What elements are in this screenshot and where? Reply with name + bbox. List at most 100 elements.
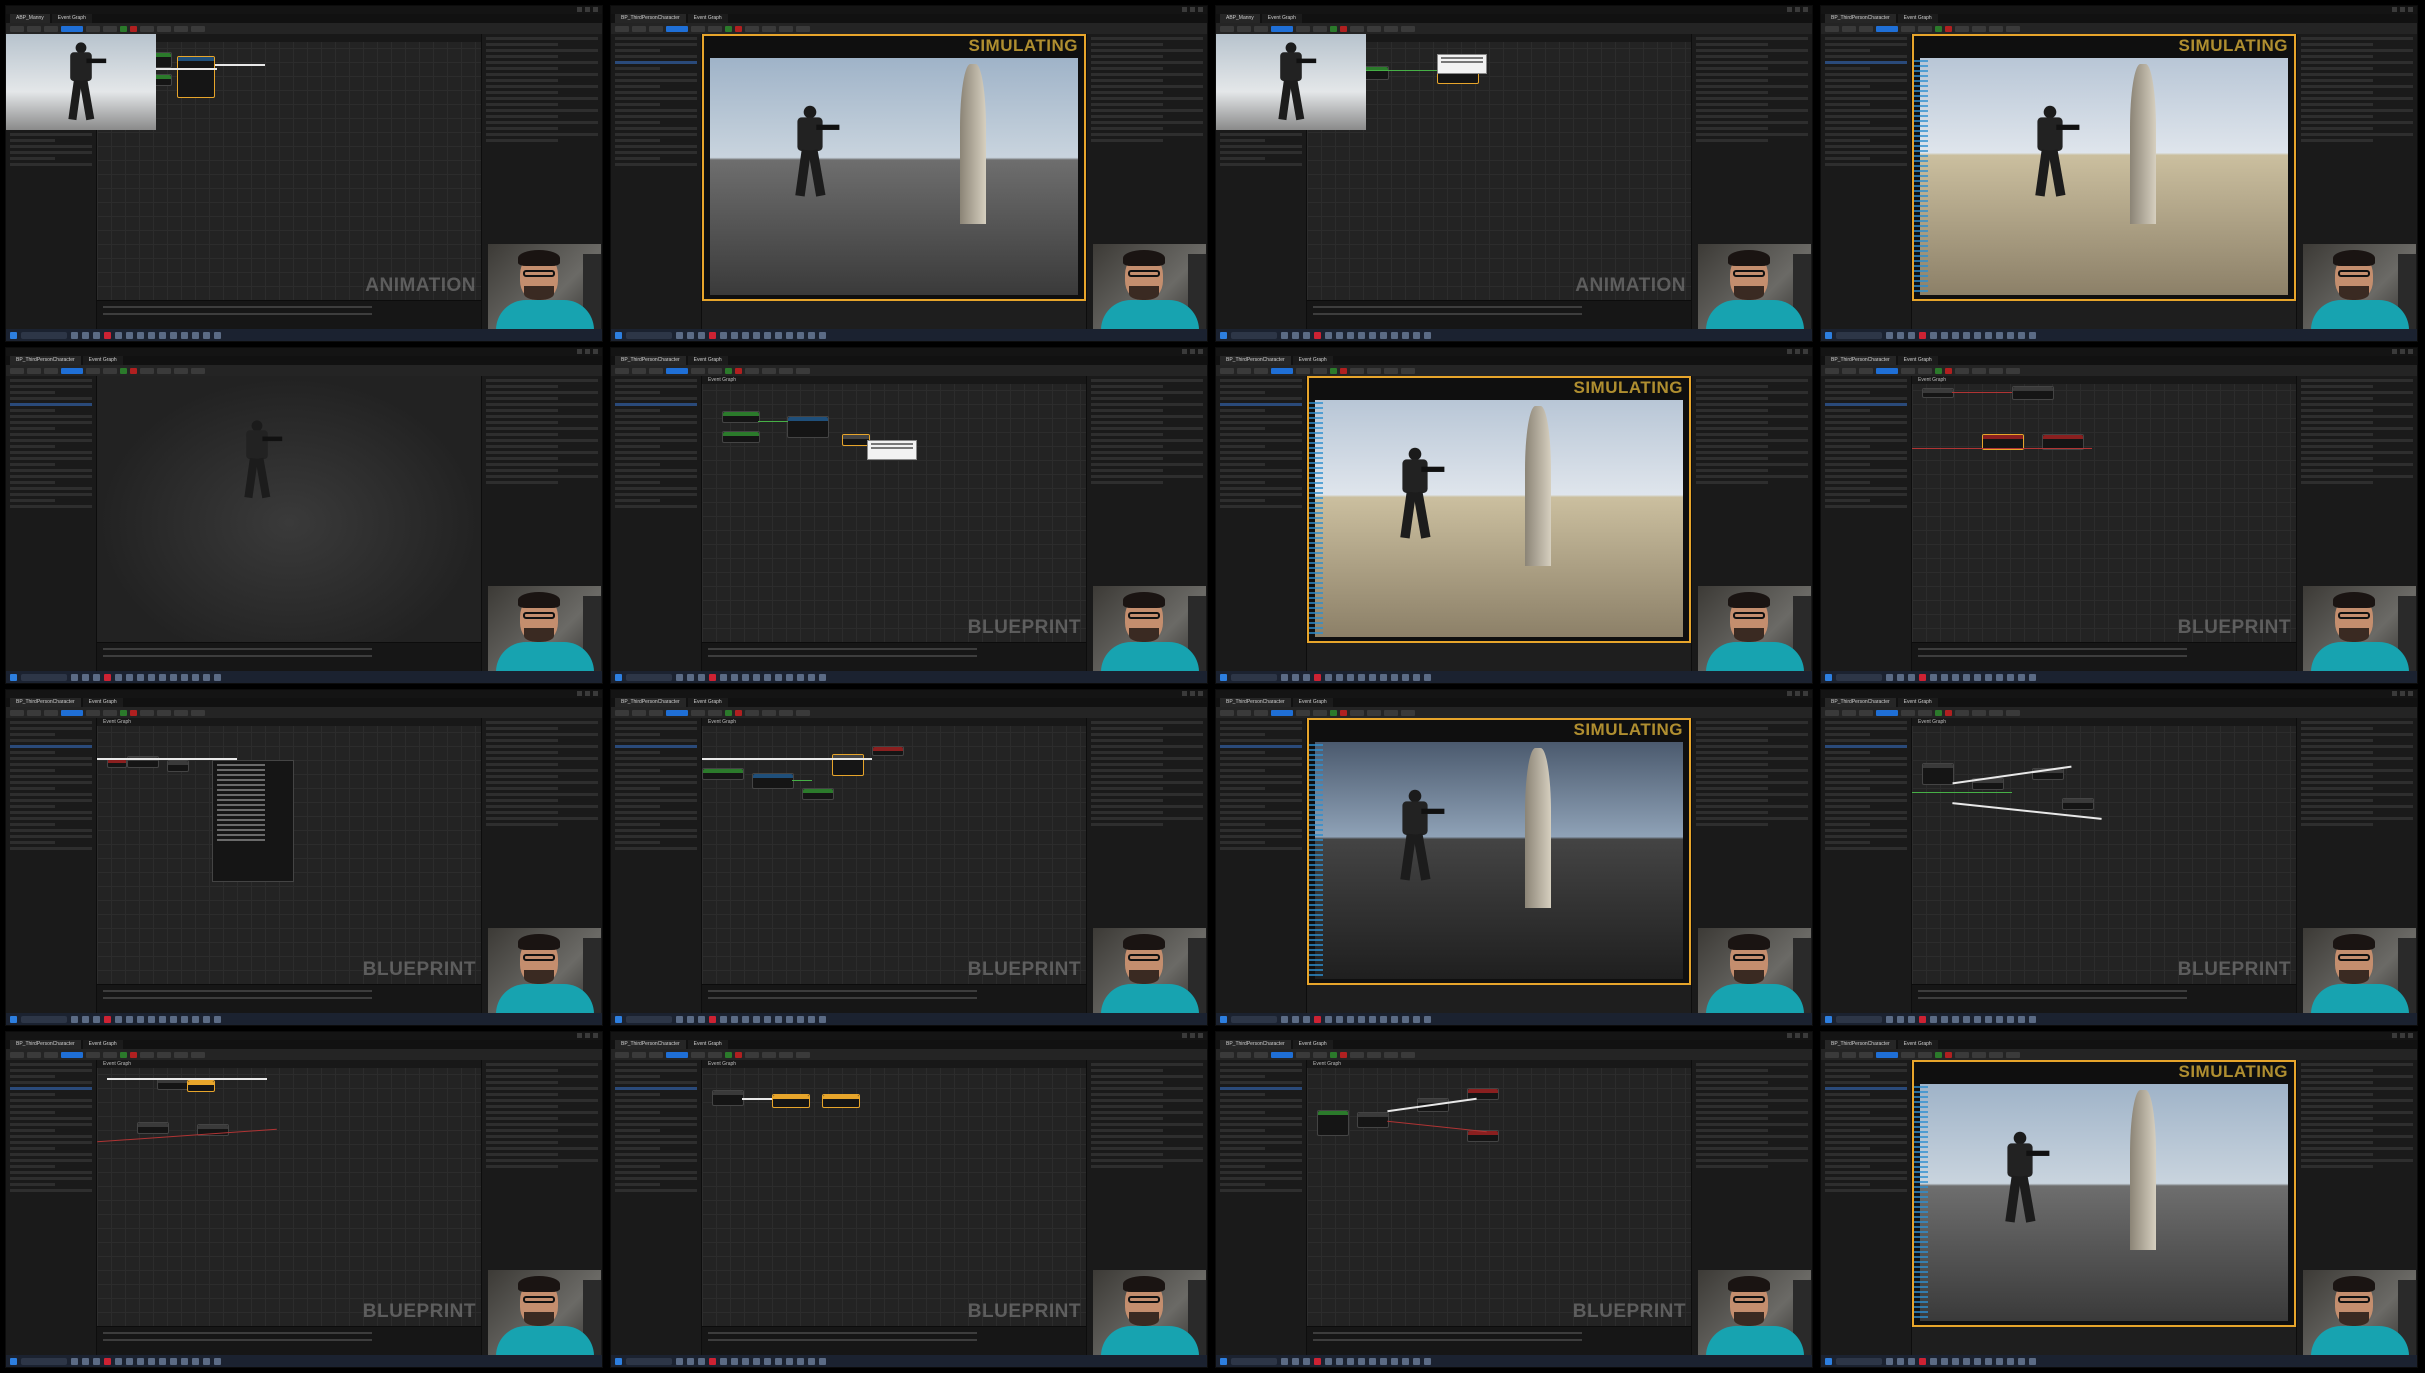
panel-item[interactable] bbox=[615, 817, 697, 820]
taskbar-app-icon[interactable] bbox=[1919, 1357, 1926, 1365]
panel-item[interactable] bbox=[1825, 799, 1907, 802]
panel-item[interactable] bbox=[10, 397, 92, 400]
simulation-button[interactable] bbox=[2006, 1051, 2020, 1058]
find-button[interactable] bbox=[1859, 709, 1873, 716]
taskbar-app-icon[interactable] bbox=[1380, 331, 1387, 339]
taskbar-app-icon[interactable] bbox=[764, 1015, 771, 1023]
panel-item[interactable] bbox=[615, 1087, 697, 1090]
close-icon[interactable] bbox=[1198, 349, 1203, 354]
taskbar-app-icon[interactable] bbox=[731, 331, 738, 339]
panel-item[interactable] bbox=[1220, 1123, 1302, 1126]
panel-item[interactable] bbox=[1220, 157, 1265, 160]
taskbar-app-icon[interactable] bbox=[1974, 1015, 1981, 1023]
panel-item[interactable] bbox=[1825, 397, 1907, 400]
taskbar-app-icon[interactable] bbox=[808, 1357, 815, 1365]
component-viewport[interactable] bbox=[97, 376, 481, 643]
taskbar-app-icon[interactable] bbox=[797, 673, 804, 681]
panel-item[interactable] bbox=[615, 1075, 660, 1078]
taskbar-app-icon[interactable] bbox=[786, 1357, 793, 1365]
play-button[interactable] bbox=[120, 25, 127, 32]
panel-item[interactable] bbox=[10, 841, 55, 844]
taskbar-app-icon[interactable] bbox=[1391, 1015, 1398, 1023]
taskbar-search-input[interactable] bbox=[1836, 331, 1882, 339]
taskbar-app-icon[interactable] bbox=[786, 673, 793, 681]
start-icon[interactable] bbox=[10, 673, 17, 681]
minimize-icon[interactable] bbox=[577, 7, 582, 12]
class-settings-button[interactable] bbox=[762, 367, 776, 374]
compile-button[interactable] bbox=[1271, 1051, 1293, 1058]
simulation-button[interactable] bbox=[2006, 367, 2020, 374]
start-icon[interactable] bbox=[10, 1015, 17, 1023]
start-icon[interactable] bbox=[1220, 331, 1227, 339]
panel-item[interactable] bbox=[10, 1183, 55, 1186]
panel-item[interactable] bbox=[615, 793, 697, 796]
taskbar-app-icon[interactable] bbox=[1985, 331, 1992, 339]
taskbar-app-icon[interactable] bbox=[775, 331, 782, 339]
panel-item[interactable] bbox=[615, 37, 697, 40]
taskbar-app-icon[interactable] bbox=[1985, 673, 1992, 681]
debug-button[interactable] bbox=[1350, 1051, 1364, 1058]
blueprint-node[interactable] bbox=[787, 416, 829, 438]
taskbar-app-icon[interactable] bbox=[742, 1015, 749, 1023]
panel-item[interactable] bbox=[615, 427, 660, 430]
panel-item[interactable] bbox=[10, 1135, 92, 1138]
debug-button[interactable] bbox=[1955, 367, 1969, 374]
taskbar-app-icon[interactable] bbox=[1974, 331, 1981, 339]
panel-item[interactable] bbox=[10, 499, 55, 502]
panel-item[interactable] bbox=[1220, 421, 1302, 424]
panel-item[interactable] bbox=[10, 433, 92, 436]
stop-button[interactable] bbox=[1945, 1051, 1952, 1058]
blueprint-node[interactable] bbox=[1317, 1110, 1349, 1136]
blueprint-node[interactable] bbox=[1922, 388, 1954, 398]
panel-item[interactable] bbox=[1220, 793, 1302, 796]
taskbar-app-icon[interactable] bbox=[2007, 1357, 2014, 1365]
debug-button[interactable] bbox=[1955, 1051, 1969, 1058]
panel-item[interactable] bbox=[1825, 751, 1870, 754]
taskbar-app-icon[interactable] bbox=[775, 1015, 782, 1023]
taskbar-app-icon[interactable] bbox=[1930, 673, 1937, 681]
taskbar-app-icon[interactable] bbox=[115, 1015, 122, 1023]
browse-button[interactable] bbox=[1842, 367, 1856, 374]
panel-item[interactable] bbox=[10, 1129, 55, 1132]
context-menu-item[interactable] bbox=[217, 789, 265, 791]
taskbar-app-icon[interactable] bbox=[2029, 1357, 2036, 1365]
tab-asset[interactable]: BP_ThirdPersonCharacter bbox=[10, 356, 81, 365]
save-button[interactable] bbox=[615, 367, 629, 374]
panel-item[interactable] bbox=[1825, 763, 1907, 766]
blueprint-node[interactable] bbox=[772, 1094, 810, 1108]
tab-event-graph[interactable]: Event Graph bbox=[687, 1040, 728, 1049]
panel-item[interactable] bbox=[1220, 463, 1265, 466]
panel-item[interactable] bbox=[615, 1147, 660, 1150]
panel-item[interactable] bbox=[1220, 823, 1265, 826]
taskbar-app-icon[interactable] bbox=[1281, 673, 1288, 681]
panel-item[interactable] bbox=[10, 1165, 55, 1168]
taskbar-app-icon[interactable] bbox=[1402, 1357, 1409, 1365]
panel-item[interactable] bbox=[1220, 769, 1265, 772]
panel-item[interactable] bbox=[1220, 1171, 1302, 1174]
panel-item[interactable] bbox=[1220, 499, 1265, 502]
settings-button[interactable] bbox=[103, 367, 117, 374]
diff-button[interactable] bbox=[1296, 25, 1310, 32]
taskbar-app-icon[interactable] bbox=[1347, 673, 1354, 681]
panel-item[interactable] bbox=[1220, 427, 1265, 430]
minimize-icon[interactable] bbox=[1787, 349, 1792, 354]
taskbar-app-icon[interactable] bbox=[698, 673, 705, 681]
taskbar-app-icon[interactable] bbox=[192, 331, 199, 339]
panel-item[interactable] bbox=[615, 1123, 697, 1126]
compile-button[interactable] bbox=[1876, 1051, 1898, 1058]
panel-item[interactable] bbox=[1220, 1069, 1302, 1072]
debug-button[interactable] bbox=[1350, 25, 1364, 32]
tab-asset[interactable]: BP_ThirdPersonCharacter bbox=[10, 1040, 81, 1049]
compile-button[interactable] bbox=[1876, 367, 1898, 374]
panel-item[interactable] bbox=[615, 403, 697, 406]
taskbar-app-icon[interactable] bbox=[137, 331, 144, 339]
tab-event-graph[interactable]: Event Graph bbox=[1292, 356, 1333, 365]
panel-item[interactable] bbox=[1220, 817, 1302, 820]
panel-item[interactable] bbox=[1825, 1153, 1907, 1156]
minimize-icon[interactable] bbox=[1787, 7, 1792, 12]
taskbar-app-icon[interactable] bbox=[137, 1015, 144, 1023]
panel-item[interactable] bbox=[10, 835, 92, 838]
panel-item[interactable] bbox=[615, 721, 697, 724]
start-icon[interactable] bbox=[615, 673, 622, 681]
panel-item[interactable] bbox=[1220, 1159, 1302, 1162]
